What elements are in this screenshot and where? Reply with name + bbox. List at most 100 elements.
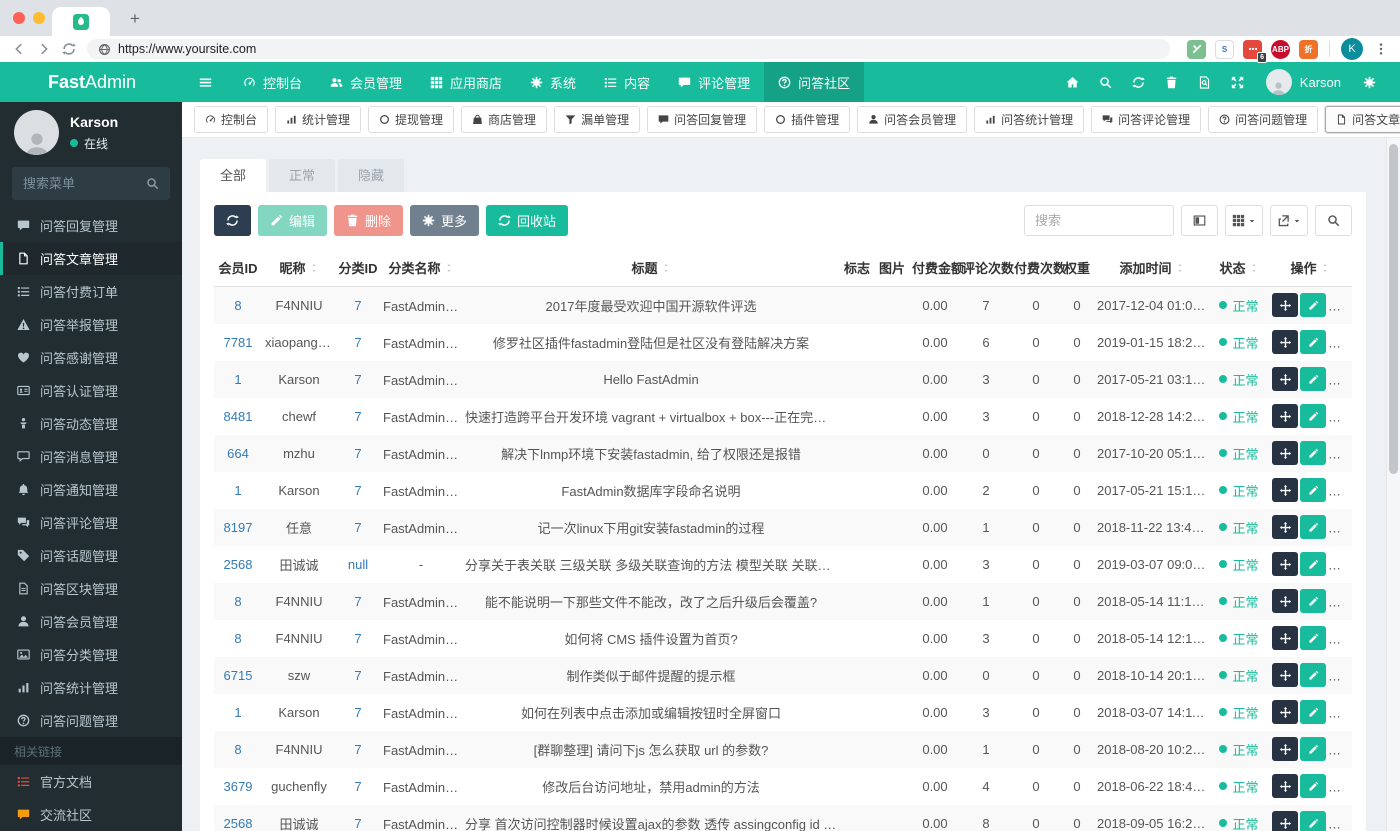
row-edit-button[interactable]: [1300, 663, 1326, 687]
row-move-button[interactable]: [1272, 478, 1298, 502]
sidebar-item[interactable]: 问答问题管理: [0, 704, 182, 737]
scrollbar-thumb[interactable]: [1389, 144, 1398, 474]
category-id-link[interactable]: 7: [354, 742, 361, 757]
expand-button[interactable]: [1221, 62, 1254, 102]
status-tab[interactable]: 隐藏: [338, 159, 404, 192]
quick-nav-button[interactable]: 提现管理: [368, 106, 454, 133]
category-id-link[interactable]: null: [348, 557, 368, 572]
row-move-button[interactable]: [1272, 404, 1298, 428]
row-move-button[interactable]: [1272, 552, 1298, 576]
sidebar-link[interactable]: 官方文档: [0, 765, 182, 798]
settings-button[interactable]: [1353, 62, 1386, 102]
sidebar-item[interactable]: 问答动态管理: [0, 407, 182, 440]
row-move-button[interactable]: [1272, 330, 1298, 354]
row-move-button[interactable]: [1272, 441, 1298, 465]
member-id-link[interactable]: 8: [234, 742, 241, 757]
sidebar-item[interactable]: 问答回复管理: [0, 209, 182, 242]
minimize-window-button[interactable]: [33, 12, 45, 24]
browser-tab[interactable]: [52, 7, 110, 36]
close-window-button[interactable]: [13, 12, 25, 24]
row-edit-button[interactable]: [1300, 367, 1326, 391]
row-edit-button[interactable]: [1300, 552, 1326, 576]
browser-reload-icon[interactable]: [62, 42, 76, 56]
column-header[interactable]: 昵称: [262, 249, 336, 287]
quick-nav-button[interactable]: 问答会员管理: [857, 106, 967, 133]
quick-nav-button[interactable]: 问答回复管理: [647, 106, 757, 133]
column-header[interactable]: 图片: [874, 249, 910, 287]
sidebar-item[interactable]: 问答举报管理: [0, 308, 182, 341]
new-tab-button[interactable]: +: [124, 8, 146, 30]
column-header[interactable]: 付费次数: [1012, 249, 1060, 287]
quick-nav-button[interactable]: 漏单管理: [554, 106, 640, 133]
navbar-item[interactable]: 会员管理: [316, 62, 416, 102]
member-id-link[interactable]: 1: [234, 483, 241, 498]
member-id-link[interactable]: 7781: [224, 335, 253, 350]
member-id-link[interactable]: 2568: [224, 557, 253, 572]
sidebar-item[interactable]: 问答话题管理: [0, 539, 182, 572]
category-id-link[interactable]: 7: [354, 335, 361, 350]
row-move-button[interactable]: [1272, 293, 1298, 317]
column-header[interactable]: 权重: [1060, 249, 1094, 287]
member-id-link[interactable]: 1: [234, 705, 241, 720]
sidebar-toggle-button[interactable]: [182, 62, 229, 102]
quick-nav-button[interactable]: 插件管理: [764, 106, 850, 133]
toggle-columns-button[interactable]: [1181, 205, 1218, 236]
sidebar-item[interactable]: 问答认证管理: [0, 374, 182, 407]
row-move-button[interactable]: [1272, 515, 1298, 539]
devtools-extension-icon[interactable]: [1187, 40, 1206, 59]
navbar-item[interactable]: 内容: [590, 62, 664, 102]
sidebar-item[interactable]: 问答付费订单: [0, 275, 182, 308]
navbar-item[interactable]: 系统: [516, 62, 590, 102]
row-move-button[interactable]: [1272, 737, 1298, 761]
category-id-link[interactable]: 7: [354, 668, 361, 683]
row-move-button[interactable]: [1272, 367, 1298, 391]
member-id-link[interactable]: 664: [227, 446, 249, 461]
row-edit-button[interactable]: [1300, 404, 1326, 428]
category-id-link[interactable]: 7: [354, 520, 361, 535]
row-edit-button[interactable]: [1300, 737, 1326, 761]
row-move-button[interactable]: [1272, 626, 1298, 650]
category-id-link[interactable]: 7: [354, 779, 361, 794]
navbar-item[interactable]: 问答社区: [764, 62, 864, 102]
column-header[interactable]: 标题: [462, 249, 840, 287]
quick-nav-button[interactable]: 问答文章管理: [1325, 106, 1400, 133]
member-id-link[interactable]: 1: [234, 372, 241, 387]
coupon-helper-extension-icon[interactable]: 折: [1299, 40, 1318, 59]
navbar-item[interactable]: 控制台: [229, 62, 316, 102]
s-reader-extension-icon[interactable]: S: [1215, 40, 1234, 59]
row-edit-button[interactable]: [1300, 774, 1326, 798]
row-move-button[interactable]: [1272, 589, 1298, 613]
member-id-link[interactable]: 3679: [224, 779, 253, 794]
browser-menu-icon[interactable]: [1374, 42, 1388, 56]
member-id-link[interactable]: 8197: [224, 520, 253, 535]
category-id-link[interactable]: 7: [354, 631, 361, 646]
sidebar-item[interactable]: 问答消息管理: [0, 440, 182, 473]
more-button[interactable]: 更多: [410, 205, 479, 236]
category-id-link[interactable]: 7: [354, 446, 361, 461]
column-header[interactable]: 操作: [1268, 249, 1352, 287]
visible-columns-button[interactable]: [1225, 205, 1263, 236]
quick-nav-button[interactable]: 统计管理: [275, 106, 361, 133]
member-id-link[interactable]: 8: [234, 298, 241, 313]
row-edit-button[interactable]: [1300, 330, 1326, 354]
table-search-button[interactable]: [1315, 205, 1352, 236]
refresh-button[interactable]: [214, 205, 251, 236]
member-id-link[interactable]: 2568: [224, 816, 253, 831]
home-button[interactable]: [1056, 62, 1089, 102]
status-tab[interactable]: 全部: [200, 159, 266, 192]
column-header[interactable]: 会员ID: [214, 249, 262, 287]
row-move-button[interactable]: [1272, 811, 1298, 831]
menu-search-input[interactable]: [23, 176, 146, 191]
row-edit-button[interactable]: [1300, 589, 1326, 613]
column-header[interactable]: 标志: [840, 249, 874, 287]
category-id-link[interactable]: 7: [354, 816, 361, 831]
status-tab[interactable]: 正常: [269, 159, 335, 192]
browser-back-icon[interactable]: [12, 42, 26, 56]
member-id-link[interactable]: 8481: [224, 409, 253, 424]
sidebar-item[interactable]: 问答会员管理: [0, 605, 182, 638]
row-edit-button[interactable]: [1300, 515, 1326, 539]
export-button[interactable]: [1270, 205, 1308, 236]
row-move-button[interactable]: [1272, 663, 1298, 687]
navbar-item[interactable]: 评论管理: [664, 62, 764, 102]
category-id-link[interactable]: 7: [354, 483, 361, 498]
